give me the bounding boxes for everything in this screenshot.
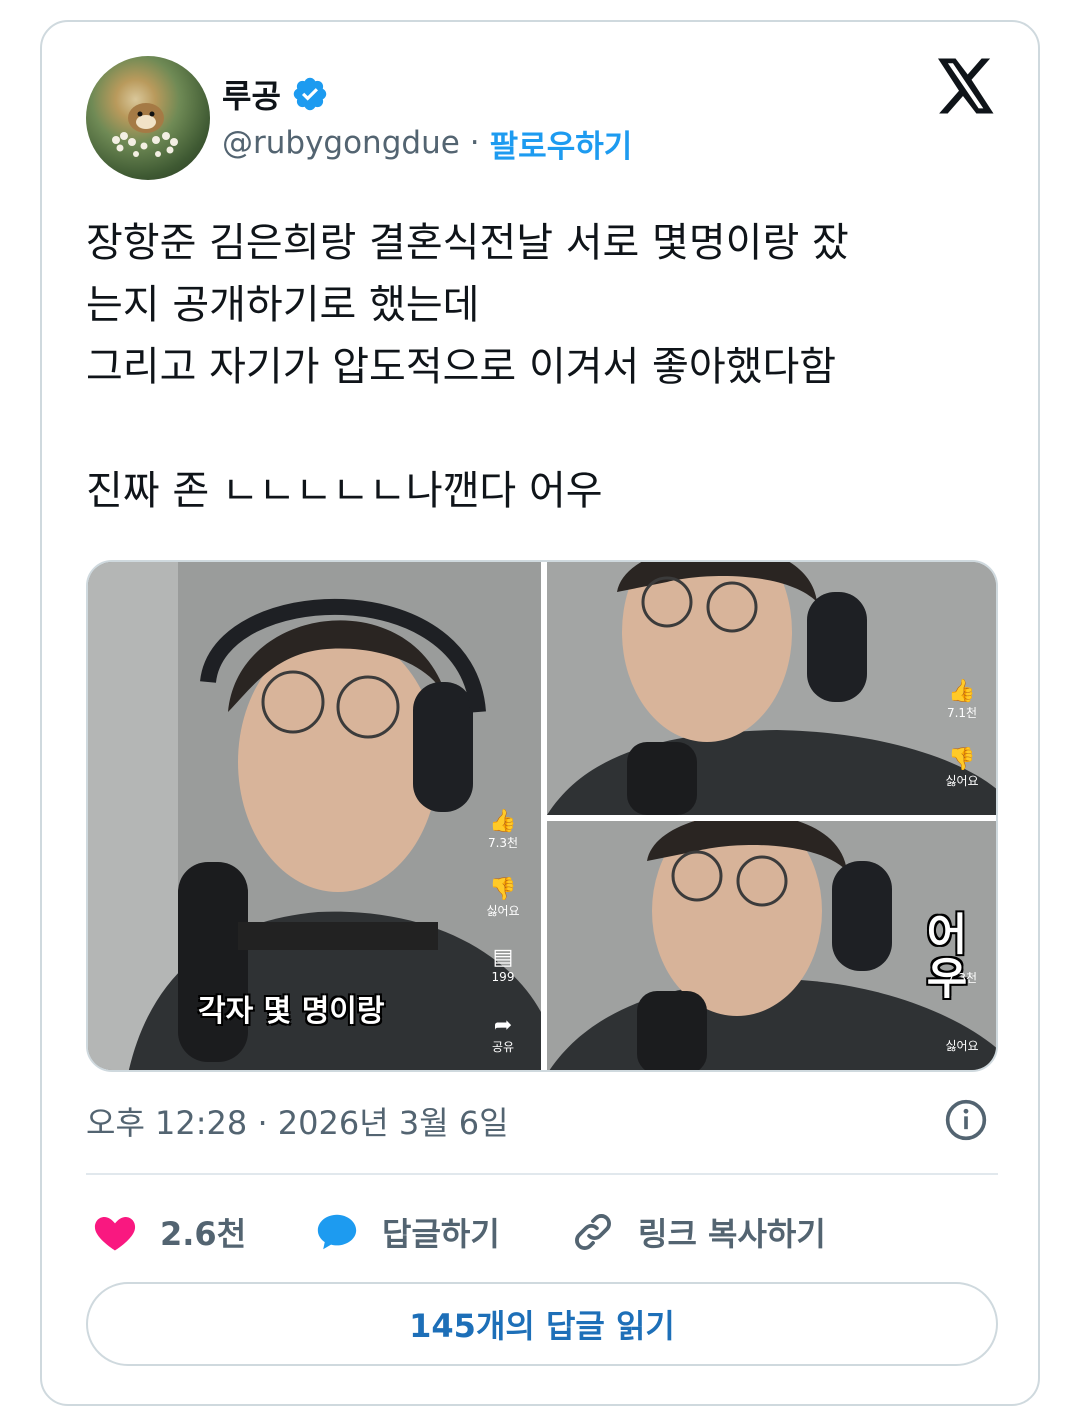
like-count-overlay-2: 👍 7.1천 [942, 680, 982, 721]
media-grid[interactable]: 👍 7.3천 👎 싫어요 ▤ 199 ➦ 공유 각자 몇 명이랑 👍 7.1천 👎 싫어요 [86, 560, 998, 1072]
reply-label: 답글하기 [382, 1215, 500, 1253]
thumbs-up-icon: 👍 [948, 679, 976, 704]
separator-dot: · [469, 125, 480, 161]
action-bar: 2.6천 답글하기 링크 복사하기 [86, 1202, 998, 1262]
share-overlay-1: ➦ 공유 [483, 1014, 523, 1055]
heart-icon [94, 1217, 136, 1251]
x-logo-icon[interactable] [936, 58, 996, 114]
thumbs-up-icon: 👍 [489, 809, 517, 834]
like-count: 2.6천 [160, 1215, 247, 1253]
divider [86, 1173, 998, 1175]
thumbs-down-icon: 👎 [489, 877, 517, 902]
avatar[interactable] [86, 56, 210, 180]
copy-link-button[interactable]: 링크 복사하기 [570, 1202, 826, 1262]
media-image-2[interactable]: 👍 7.1천 👎 싫어요 [547, 562, 996, 815]
media-image-1[interactable]: 👍 7.3천 👎 싫어요 ▤ 199 ➦ 공유 각자 몇 명이랑 [88, 562, 541, 1070]
timestamp[interactable]: 오후 12:28 · 2026년 3월 6일 [86, 1098, 509, 1144]
like-count-overlay-1: 👍 7.3천 [483, 810, 523, 851]
read-replies-button[interactable]: 145개의 답글 읽기 [86, 1282, 998, 1366]
author-name-row: 루공 [222, 72, 329, 116]
link-icon [575, 1214, 611, 1250]
video-caption: 각자 몇 명이랑 [198, 994, 385, 1029]
copy-link-label: 링크 복사하기 [638, 1215, 826, 1253]
tweet-card: 루공 @rubygongdue · 팔로우하기 장항준 김은희랑 결혼식전날 서… [40, 20, 1040, 1406]
reply-button[interactable]: 답글하기 [314, 1202, 500, 1262]
dislike-overlay-2: 👎 싫어요 [942, 748, 982, 789]
info-icon[interactable] [944, 1098, 988, 1142]
author-handle[interactable]: @rubygongdue [222, 125, 460, 161]
reply-bubble-icon [317, 1214, 357, 1250]
tweet-text: 장항준 김은희랑 결혼식전날 서로 몇명이랑 잤 는지 공개하기로 했는데 그리… [86, 220, 849, 514]
author-name[interactable]: 루공 [222, 71, 281, 117]
author-handle-row: @rubygongdue · 팔로우하기 [222, 121, 633, 166]
thumbs-down-icon: 👎 [948, 747, 976, 772]
verified-badge-icon [293, 77, 327, 111]
comment-overlay-1: ▤ 199 [483, 945, 523, 985]
like-button[interactable]: 2.6천 [92, 1202, 246, 1262]
dislike-overlay-1: 👎 싫어요 [483, 878, 523, 919]
avatar-image [112, 103, 178, 157]
media-image-3[interactable]: 어우 7.3천 싫어요 [547, 821, 996, 1070]
like-count-overlay-3: 7.3천 [946, 971, 978, 985]
follow-button[interactable]: 팔로우하기 [490, 121, 633, 166]
dislike-overlay-3: 싫어요 [945, 1039, 979, 1053]
comment-icon: ▤ [492, 945, 514, 970]
share-icon: ➦ [493, 1013, 513, 1038]
photo-host-smiling [547, 562, 996, 815]
